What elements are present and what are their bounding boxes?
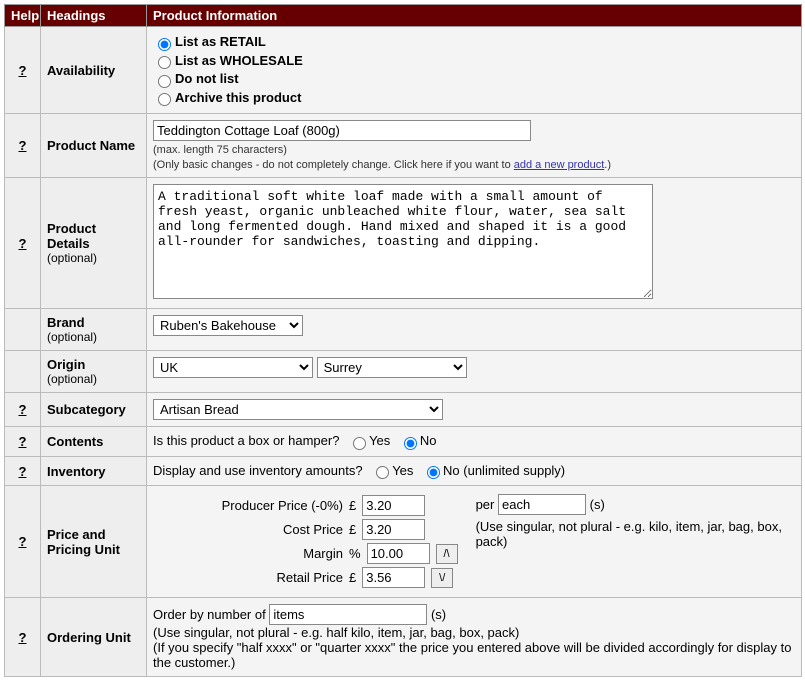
pricing-unit-input[interactable] [498, 494, 586, 515]
header-product-info: Product Information [147, 5, 802, 27]
help-link-pricing[interactable]: ? [19, 534, 27, 549]
currency-3: £ [349, 570, 356, 585]
help-link-availability[interactable]: ? [19, 63, 27, 78]
label-wholesale: List as WHOLESALE [175, 53, 303, 68]
help-link-productdetails[interactable]: ? [19, 236, 27, 251]
currency-2: £ [349, 522, 356, 537]
product-name-input[interactable] [153, 120, 531, 141]
label-donotlist: Do not list [175, 71, 239, 86]
percent-sym: % [349, 546, 361, 561]
note-basic-changes: (Only basic changes - do not completely … [153, 159, 611, 171]
heading-ordering: Ordering Unit [41, 598, 147, 677]
radio-wholesale[interactable] [158, 56, 171, 69]
heading-pricing: Price and Pricing Unit [41, 486, 147, 598]
product-form-table: Help Headings Product Information ? Avai… [4, 4, 802, 677]
label-inventory-no: No (unlimited supply) [443, 463, 565, 478]
help-link-contents[interactable]: ? [19, 434, 27, 449]
label-retail-price: Retail Price [153, 570, 343, 585]
radio-contents-no[interactable] [404, 437, 417, 450]
help-link-productname[interactable]: ? [19, 138, 27, 153]
heading-productdetails: Product Details [47, 221, 96, 251]
label-inventory-yes: Yes [392, 463, 413, 478]
radio-inventory-no[interactable] [427, 466, 440, 479]
unit-hint: (Use singular, not plural - e.g. kilo, i… [476, 519, 795, 549]
per-prefix: per [476, 497, 495, 512]
optional-productdetails: (optional) [47, 251, 140, 265]
heading-inventory: Inventory [41, 456, 147, 486]
heading-availability: Availability [41, 27, 147, 114]
cost-price-input[interactable] [362, 519, 425, 540]
ordering-unit-input[interactable] [269, 604, 427, 625]
ordering-hint2: (If you specify "half xxxx" or "quarter … [153, 640, 795, 670]
add-new-product-link[interactable]: add a new product [514, 159, 605, 171]
radio-archive[interactable] [158, 93, 171, 106]
label-contents-yes: Yes [369, 433, 390, 448]
optional-brand: (optional) [47, 330, 140, 344]
ordering-suffix: (s) [431, 607, 446, 622]
contents-question: Is this product a box or hamper? [153, 433, 339, 448]
label-producer-price: Producer Price (-0%) [153, 498, 343, 513]
ordering-prefix: Order by number of [153, 607, 266, 622]
ordering-hint1: (Use singular, not plural - e.g. half ki… [153, 625, 795, 640]
retail-price-input[interactable] [362, 567, 425, 588]
label-archive: Archive this product [175, 90, 301, 105]
help-link-inventory[interactable]: ? [19, 464, 27, 479]
radio-donotlist[interactable] [158, 75, 171, 88]
help-link-subcategory[interactable]: ? [19, 402, 27, 417]
header-help: Help [5, 5, 41, 27]
product-details-textarea[interactable] [153, 184, 653, 299]
subcategory-select[interactable]: Artisan Bread [153, 399, 443, 420]
help-link-ordering[interactable]: ? [19, 630, 27, 645]
label-margin: Margin [153, 546, 343, 561]
currency-1: £ [349, 498, 356, 513]
producer-price-input[interactable] [362, 495, 425, 516]
heading-contents: Contents [41, 427, 147, 457]
label-contents-no: No [420, 433, 437, 448]
label-retail: List as RETAIL [175, 34, 266, 49]
margin-input[interactable] [367, 543, 430, 564]
radio-retail[interactable] [158, 38, 171, 51]
brand-select[interactable]: Ruben's Bakehouse [153, 315, 303, 336]
optional-origin: (optional) [47, 372, 140, 386]
heading-brand: Brand [47, 315, 85, 330]
note-maxlen: (max. length 75 characters) [153, 144, 287, 156]
heading-productname: Product Name [41, 114, 147, 178]
margin-down-button[interactable]: \/ [431, 568, 453, 588]
margin-up-button[interactable]: /\ [436, 544, 458, 564]
origin-region-select[interactable]: Surrey [317, 357, 467, 378]
header-headings: Headings [41, 5, 147, 27]
label-cost-price: Cost Price [153, 522, 343, 537]
inventory-question: Display and use inventory amounts? [153, 463, 363, 478]
radio-inventory-yes[interactable] [376, 466, 389, 479]
origin-country-select[interactable]: UK [153, 357, 313, 378]
heading-origin: Origin [47, 357, 85, 372]
heading-subcategory: Subcategory [41, 393, 147, 427]
per-suffix: (s) [590, 497, 605, 512]
radio-contents-yes[interactable] [353, 437, 366, 450]
